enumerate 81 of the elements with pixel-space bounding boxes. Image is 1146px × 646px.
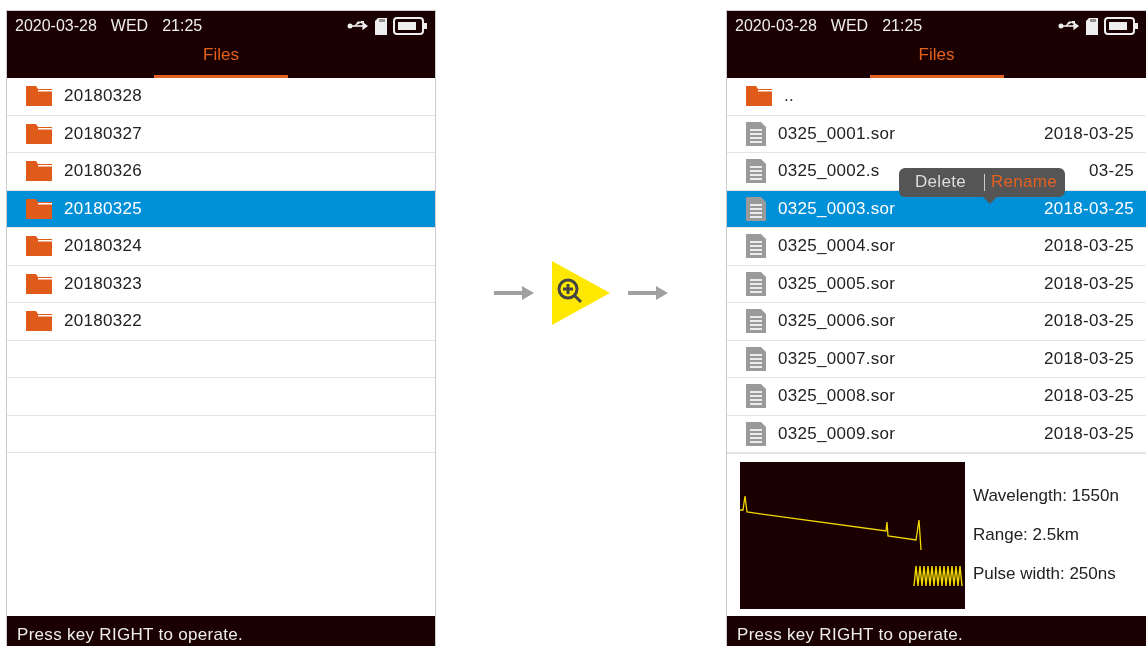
- sd-card-icon: [1086, 17, 1098, 35]
- file-row[interactable]: 0325_0006.sor 2018-03-25: [727, 303, 1146, 341]
- time-text: 21:25: [162, 17, 203, 35]
- file-name: 0325_0003.sor: [778, 198, 896, 219]
- usb-icon: [347, 21, 369, 31]
- file-date: 2018-03-25: [1044, 386, 1134, 407]
- folder-name: 20180323: [64, 273, 143, 294]
- file-row[interactable]: 0325_0007.sor 2018-03-25: [727, 340, 1146, 378]
- usb-icon: [1058, 21, 1080, 31]
- document-icon: [746, 196, 766, 221]
- folder-icon: [26, 86, 52, 107]
- folder-row[interactable]: 20180323: [7, 265, 435, 303]
- battery-icon: [1104, 17, 1138, 35]
- arrow-icon: [628, 285, 668, 301]
- menu-item[interactable]: Delete: [913, 172, 968, 192]
- sd-card-icon: [375, 17, 387, 35]
- hint-text: Press key RIGHT to operate.: [737, 625, 964, 645]
- folder-row[interactable]: 20180327: [7, 115, 435, 153]
- file-row[interactable]: 0325_0001.sor 2018-03-25: [727, 115, 1146, 153]
- folder-row[interactable]: 20180326: [7, 153, 435, 191]
- folder-row[interactable]: 20180325: [7, 190, 435, 228]
- date-text: 2020-03-28: [735, 17, 817, 35]
- folder-name: 20180327: [64, 123, 143, 144]
- file-row[interactable]: 0325_0005.sor 2018-03-25: [727, 265, 1146, 303]
- document-icon: [746, 421, 766, 446]
- trace-info: Range: 2.5km: [973, 525, 1080, 545]
- time-text: 21:25: [882, 17, 923, 35]
- file-name: 0325_0001.sor: [778, 123, 896, 144]
- document-icon: [746, 234, 766, 259]
- battery-icon: [393, 17, 427, 35]
- folder-icon: [26, 198, 52, 219]
- folder-row[interactable]: 20180324: [7, 228, 435, 266]
- weekday-text: WED: [110, 17, 149, 35]
- folder-icon: [26, 123, 52, 144]
- zoom-in-icon: [552, 261, 610, 325]
- arrow-icon: [494, 285, 534, 301]
- folder-icon: [26, 273, 52, 294]
- folder-name: 20180325: [64, 198, 143, 219]
- document-icon: [746, 309, 766, 334]
- files-tab[interactable]: Files: [869, 41, 1004, 78]
- document-icon: [746, 159, 766, 184]
- document-icon: [746, 271, 766, 296]
- file-row[interactable]: 0325_0004.sor 2018-03-25: [727, 228, 1146, 266]
- folder-icon: [26, 236, 52, 257]
- file-date: 2018-03-25: [1044, 236, 1134, 257]
- file-date: 2018-03-25: [1044, 348, 1134, 369]
- file-name: 0325_0007.sor: [778, 348, 896, 369]
- folder-row[interactable]: 20180328: [7, 78, 435, 116]
- file-name: 0325_0008.sor: [778, 386, 896, 407]
- folder-row[interactable]: 20180322: [7, 303, 435, 341]
- file-name: 0325_0004.sor: [778, 236, 896, 257]
- folder-name: ..: [784, 86, 795, 107]
- folder-icon: [26, 311, 52, 332]
- file-date: 03-25: [1089, 161, 1134, 182]
- document-icon: [746, 384, 766, 409]
- date-text: 2020-03-28: [15, 17, 97, 35]
- folder-name: 20180324: [64, 236, 143, 257]
- file-date: 2018-03-25: [1044, 273, 1134, 294]
- folder-name: 20180322: [64, 311, 143, 332]
- folder-row[interactable]: ..: [727, 78, 1146, 116]
- file-row[interactable]: 0325_0009.sor 2018-03-25: [727, 415, 1146, 453]
- folder-name: 20180328: [64, 86, 143, 107]
- hint-text: Press key RIGHT to operate.: [17, 625, 244, 645]
- file-name: 0325_0002.s: [778, 161, 880, 182]
- file-date: 2018-03-25: [1044, 311, 1134, 332]
- file-name: 0325_0005.sor: [778, 273, 896, 294]
- folder-icon: [26, 161, 52, 182]
- folder-name: 20180326: [64, 161, 143, 182]
- file-name: 0325_0006.sor: [778, 311, 896, 332]
- file-name: 0325_0009.sor: [778, 423, 896, 444]
- file-date: 2018-03-25: [1044, 198, 1134, 219]
- folder-icon: [746, 86, 772, 107]
- document-icon: [746, 121, 766, 146]
- file-row[interactable]: 0325_0008.sor 2018-03-25: [727, 378, 1146, 416]
- weekday-text: WED: [830, 17, 869, 35]
- document-icon: [746, 346, 766, 371]
- file-date: 2018-03-25: [1044, 423, 1134, 444]
- trace-info: Pulse width: 250ns: [973, 564, 1117, 584]
- trace-info: Wavelength: 1550n: [973, 486, 1119, 506]
- file-date: 2018-03-25: [1044, 123, 1134, 144]
- files-tab[interactable]: Files: [154, 41, 288, 78]
